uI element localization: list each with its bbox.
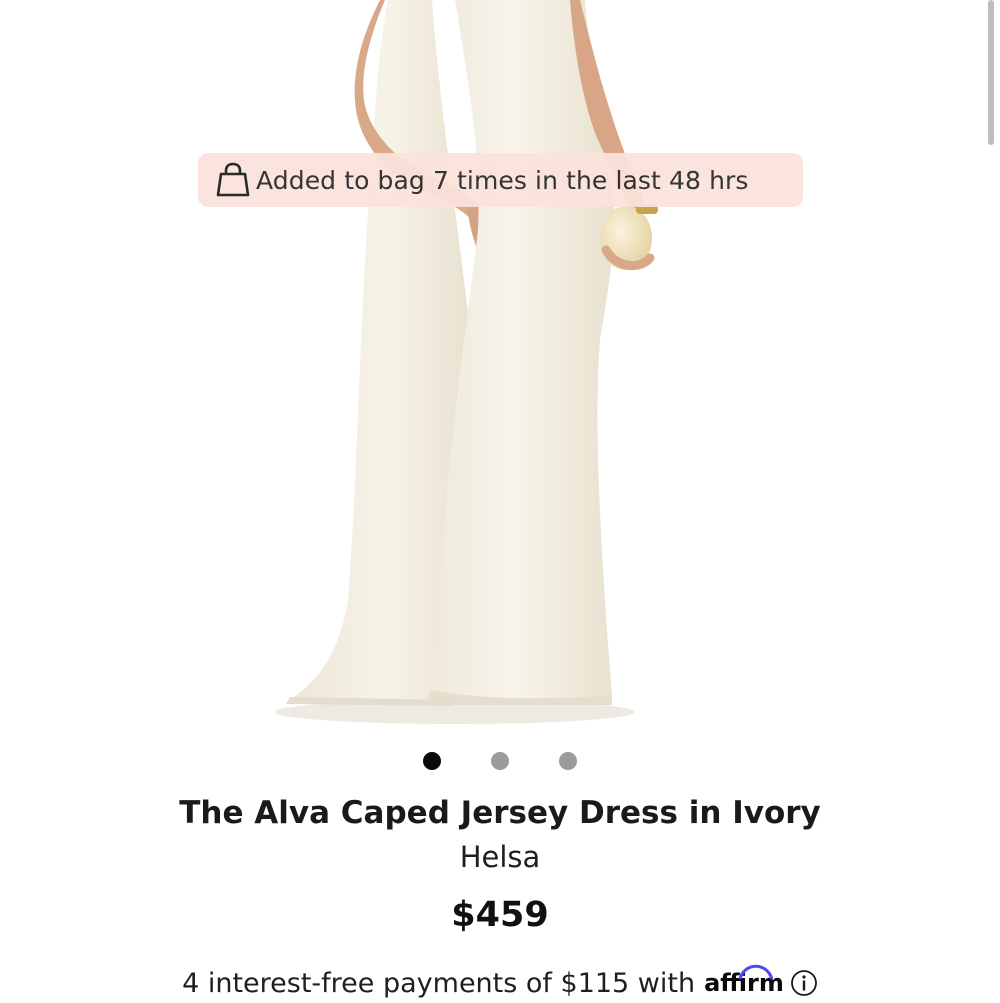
installment-payments: 4 interest-free payments of $115 with af… <box>0 963 1000 1003</box>
added-to-bag-text: Added to bag 7 times in the last 48 hrs <box>256 165 749 195</box>
carousel-dot-3[interactable] <box>559 752 577 770</box>
added-to-bag-notice: Added to bag 7 times in the last 48 hrs <box>198 153 803 207</box>
product-price: $459 <box>451 895 549 935</box>
carousel-dot-1[interactable] <box>423 752 441 770</box>
affirm-arc-icon <box>738 964 774 980</box>
info-circle-icon[interactable] <box>790 969 818 997</box>
scrollbar[interactable] <box>988 0 994 145</box>
carousel-dot-2[interactable] <box>491 752 509 770</box>
installment-text: 4 interest-free payments of $115 with <box>182 967 696 999</box>
affirm-logo[interactable]: affirm <box>704 964 784 997</box>
image-carousel-dots <box>0 752 1000 772</box>
shopping-bag-icon <box>216 162 250 198</box>
product-title: The Alva Caped Jersey Dress in Ivory <box>179 795 821 831</box>
product-brand[interactable]: Helsa <box>0 840 1000 874</box>
product-image[interactable] <box>0 0 1000 730</box>
